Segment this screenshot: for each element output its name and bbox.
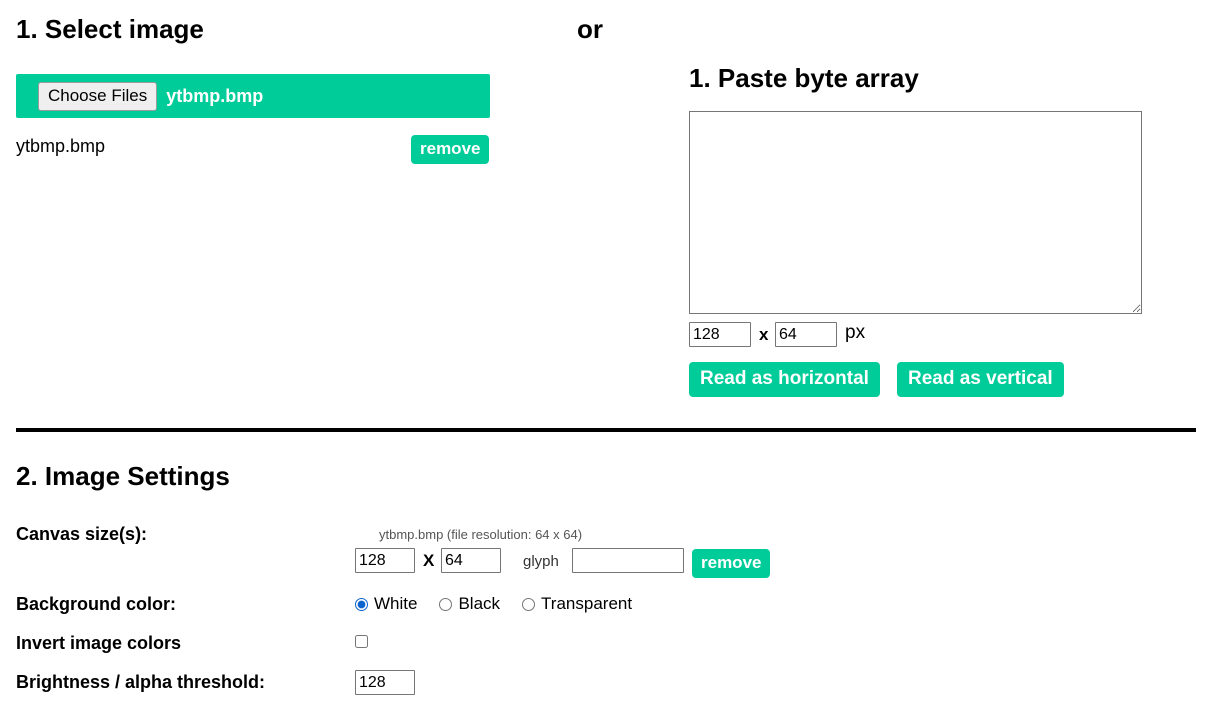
remove-canvas-size-button[interactable]: remove (692, 549, 771, 578)
brightness-threshold-input[interactable] (355, 670, 415, 695)
file-input-control[interactable]: Choose Files ytbmp.bmp (16, 74, 490, 118)
background-color-radio-group: White Black Transparent (355, 594, 654, 614)
brightness-threshold-label: Brightness / alpha threshold: (16, 672, 266, 692)
background-color-option-white[interactable]: White (355, 594, 417, 614)
canvas-width-input[interactable] (355, 548, 415, 573)
section-divider (16, 428, 1196, 432)
background-color-option-transparent[interactable]: Transparent (522, 594, 632, 614)
glyph-label: glyph (523, 553, 559, 570)
canvas-file-resolution-info: ytbmp.bmp (file resolution: 64 x 64) (379, 527, 583, 542)
choose-files-button[interactable]: Choose Files (38, 81, 158, 111)
canvas-size-x-separator: X (423, 551, 435, 570)
byte-array-height-input[interactable] (775, 322, 837, 347)
background-color-radio-transparent[interactable] (522, 597, 536, 611)
invert-image-colors-label: Invert image colors (16, 633, 182, 653)
remove-file-button[interactable]: remove (411, 135, 490, 164)
background-color-radio-black[interactable] (439, 597, 453, 611)
selected-file-name: ytbmp.bmp (166, 85, 264, 106)
select-image-heading: 1. Select image (16, 14, 204, 44)
read-as-vertical-button[interactable]: Read as vertical (897, 362, 1064, 397)
byte-array-size-x-separator: x (759, 325, 769, 344)
invert-image-colors-checkbox[interactable] (355, 635, 368, 648)
file-list-item-name: ytbmp.bmp (16, 136, 106, 156)
image-settings-heading: 2. Image Settings (16, 461, 230, 491)
background-color-label: Background color: (16, 594, 177, 614)
byte-array-textarea[interactable] (689, 111, 1142, 314)
canvas-sizes-label: Canvas size(s): (16, 524, 148, 544)
background-color-option-transparent-label: Transparent (541, 594, 633, 613)
background-color-radio-white[interactable] (355, 597, 368, 611)
glyph-input[interactable] (572, 548, 684, 573)
background-color-option-black-label: Black (458, 594, 501, 613)
background-color-option-white-label: White (374, 594, 418, 613)
byte-array-width-input[interactable] (689, 322, 751, 347)
background-color-option-black[interactable]: Black (439, 594, 500, 614)
or-separator: or (577, 14, 603, 44)
read-as-horizontal-button[interactable]: Read as horizontal (689, 362, 880, 397)
paste-byte-array-heading: 1. Paste byte array (689, 63, 919, 93)
byte-array-px-unit-label: px (845, 322, 866, 343)
canvas-height-input[interactable] (441, 548, 501, 573)
